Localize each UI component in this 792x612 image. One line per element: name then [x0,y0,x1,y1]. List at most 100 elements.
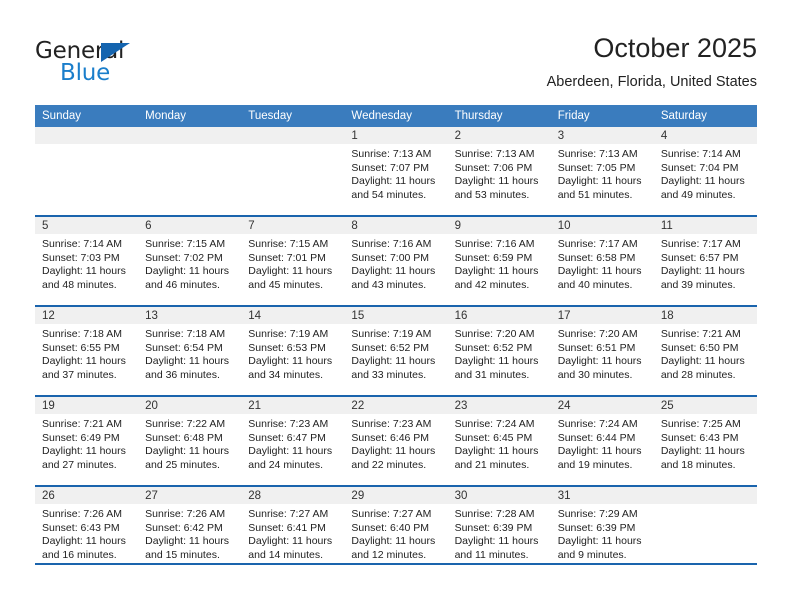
daylight-text: Daylight: 11 hours and 22 minutes. [351,445,436,471]
daylight-text: Daylight: 11 hours and 15 minutes. [145,535,229,561]
calendar-day-cell[interactable]: 8 Sunrise: 7:16 AM Sunset: 7:00 PM Daylight… [344,215,448,306]
sunset-text: Sunset: 6:52 PM [351,341,430,354]
calendar-day-cell[interactable]: 23 Sunrise: 7:24 AM Sunset: 6:45 PM Dayligh… [447,395,551,486]
calendar-day-cell[interactable]: 3 Sunrise: 7:13 AM Sunset: 7:05 PM Daylight… [550,127,654,216]
calendar-day-cell[interactable]: 19 Sunrise: 7:21 AM Sunset: 6:49 PM Dayligh… [35,395,139,486]
calendar-day-cell[interactable]: 27 Sunrise: 7:26 AM Sunset: 6:42 PM Dayligh… [138,485,242,575]
day-details: Sunrise: 7:26 AM Sunset: 6:42 PM Daylight:… [138,504,241,562]
calendar-week-row: 12 Sunrise: 7:18 AM Sunset: 6:55 PM Dayligh… [35,305,757,396]
daylight-text: Daylight: 11 hours and 45 minutes. [248,265,333,291]
weekday-header-saturday: Saturday [653,105,757,127]
sunset-text: Sunset: 6:40 PM [351,521,430,534]
sunrise-text: Sunrise: 7:21 AM [42,418,122,430]
sunrise-text: Sunrise: 7:18 AM [145,328,226,340]
day-number: 12 [35,307,139,324]
day-number: 5 [35,217,139,234]
calendar-day-cell[interactable]: 6 Sunrise: 7:15 AM Sunset: 7:02 PM Daylight… [138,215,242,306]
sunset-text: Sunset: 7:06 PM [454,161,533,174]
sunrise-text: Sunrise: 7:13 AM [557,148,638,160]
day-details: Sunrise: 7:16 AM Sunset: 7:00 PM Daylight:… [344,234,447,292]
sunrise-text: Sunrise: 7:26 AM [42,508,122,520]
calendar-day-cell[interactable]: 14 Sunrise: 7:19 AM Sunset: 6:53 PM Dayligh… [241,305,345,396]
sunset-text: Sunset: 6:39 PM [557,521,636,534]
calendar-day-cell-empty [241,127,345,216]
calendar-day-cell[interactable]: 11 Sunrise: 7:17 AM Sunset: 6:57 PM Dayligh… [653,215,757,306]
weekday-header-monday: Monday [138,105,242,127]
logo-text-blue: Blue [60,60,111,86]
sunset-text: Sunset: 6:59 PM [454,251,533,264]
sunrise-text: Sunrise: 7:23 AM [351,418,432,430]
sunrise-text: Sunrise: 7:17 AM [557,238,638,250]
daylight-text: Daylight: 11 hours and 40 minutes. [557,265,642,291]
calendar-day-cell[interactable]: 7 Sunrise: 7:15 AM Sunset: 7:01 PM Daylight… [241,215,345,306]
day-number [138,127,242,144]
daylight-text: Daylight: 11 hours and 12 minutes. [351,535,436,561]
day-number: 18 [653,307,757,324]
weekday-header-row: Sunday Monday Tuesday Wednesday Thursday… [35,105,757,127]
day-details: Sunrise: 7:17 AM Sunset: 6:58 PM Daylight:… [551,234,654,292]
sunrise-text: Sunrise: 7:27 AM [351,508,432,520]
daylight-text: Daylight: 11 hours and 25 minutes. [145,445,229,471]
day-details: Sunrise: 7:18 AM Sunset: 6:55 PM Daylight:… [35,324,138,382]
day-number: 15 [344,307,448,324]
calendar-day-cell[interactable]: 1 Sunrise: 7:13 AM Sunset: 7:07 PM Daylight… [344,127,448,216]
sunset-text: Sunset: 7:01 PM [248,251,326,264]
sunrise-text: Sunrise: 7:29 AM [557,508,638,520]
day-number: 22 [344,397,448,414]
daylight-text: Daylight: 11 hours and 19 minutes. [557,445,642,471]
general-blue-logo[interactable]: General Blue [35,38,215,86]
day-number: 3 [550,127,654,144]
day-number [653,487,757,504]
day-number: 2 [447,127,551,144]
daylight-text: Daylight: 11 hours and 14 minutes. [248,535,333,561]
calendar-day-cell[interactable]: 5 Sunrise: 7:14 AM Sunset: 7:03 PM Daylight… [35,215,139,306]
day-details: Sunrise: 7:27 AM Sunset: 6:41 PM Daylight:… [241,504,344,562]
sunset-text: Sunset: 6:54 PM [145,341,223,354]
calendar-day-cell[interactable]: 16 Sunrise: 7:20 AM Sunset: 6:52 PM Dayligh… [447,305,551,396]
calendar-day-cell[interactable]: 31 Sunrise: 7:29 AM Sunset: 6:39 PM Dayligh… [550,485,654,575]
calendar-day-cell[interactable]: 26 Sunrise: 7:26 AM Sunset: 6:43 PM Dayligh… [35,485,139,575]
calendar-day-cell[interactable]: 17 Sunrise: 7:20 AM Sunset: 6:51 PM Dayligh… [550,305,654,396]
day-details: Sunrise: 7:16 AM Sunset: 6:59 PM Daylight:… [448,234,551,292]
daylight-text: Daylight: 11 hours and 49 minutes. [660,175,745,201]
sunrise-text: Sunrise: 7:16 AM [454,238,535,250]
sunrise-text: Sunrise: 7:15 AM [248,238,329,250]
daylight-text: Daylight: 11 hours and 9 minutes. [557,535,642,561]
calendar-day-cell[interactable]: 21 Sunrise: 7:23 AM Sunset: 6:47 PM Dayligh… [241,395,345,486]
calendar-day-cell[interactable]: 28 Sunrise: 7:27 AM Sunset: 6:41 PM Dayligh… [241,485,345,575]
sunrise-text: Sunrise: 7:22 AM [145,418,226,430]
sunset-text: Sunset: 6:39 PM [454,521,533,534]
calendar-day-cell[interactable]: 9 Sunrise: 7:16 AM Sunset: 6:59 PM Daylight… [447,215,551,306]
calendar-day-cell[interactable]: 13 Sunrise: 7:18 AM Sunset: 6:54 PM Dayligh… [138,305,242,396]
calendar-day-cell[interactable]: 25 Sunrise: 7:25 AM Sunset: 6:43 PM Dayligh… [653,395,757,486]
day-details: Sunrise: 7:24 AM Sunset: 6:45 PM Daylight:… [448,414,551,472]
calendar-day-cell[interactable]: 12 Sunrise: 7:18 AM Sunset: 6:55 PM Dayligh… [35,305,139,396]
calendar-day-cell[interactable]: 24 Sunrise: 7:24 AM Sunset: 6:44 PM Dayligh… [550,395,654,486]
sunrise-text: Sunrise: 7:14 AM [42,238,122,250]
day-details: Sunrise: 7:21 AM Sunset: 6:49 PM Daylight:… [35,414,138,472]
calendar-day-cell[interactable]: 15 Sunrise: 7:19 AM Sunset: 6:52 PM Dayligh… [344,305,448,396]
calendar-day-cell[interactable]: 2 Sunrise: 7:13 AM Sunset: 7:06 PM Daylight… [447,127,551,216]
day-number: 6 [138,217,242,234]
weekday-header-thursday: Thursday [447,105,551,127]
calendar-day-cell-empty [653,485,757,575]
sunrise-text: Sunrise: 7:24 AM [557,418,638,430]
daylight-text: Daylight: 11 hours and 28 minutes. [660,355,745,381]
title-block: October 2025 Aberdeen, Florida, United S… [547,32,757,92]
calendar-day-cell[interactable]: 18 Sunrise: 7:21 AM Sunset: 6:50 PM Dayligh… [653,305,757,396]
day-details: Sunrise: 7:23 AM Sunset: 6:46 PM Daylight:… [344,414,447,472]
sunrise-text: Sunrise: 7:19 AM [248,328,329,340]
weekday-header-sunday: Sunday [35,105,139,127]
daylight-text: Daylight: 11 hours and 36 minutes. [145,355,229,381]
day-details: Sunrise: 7:19 AM Sunset: 6:53 PM Daylight:… [241,324,344,382]
calendar-day-cell[interactable]: 29 Sunrise: 7:27 AM Sunset: 6:40 PM Dayligh… [344,485,448,575]
calendar-day-cell[interactable]: 30 Sunrise: 7:28 AM Sunset: 6:39 PM Dayligh… [447,485,551,575]
calendar-day-cell[interactable]: 10 Sunrise: 7:17 AM Sunset: 6:58 PM Dayligh… [550,215,654,306]
day-details: Sunrise: 7:26 AM Sunset: 6:43 PM Daylight:… [35,504,138,562]
day-number [241,127,345,144]
sunset-text: Sunset: 6:47 PM [248,431,326,444]
calendar-day-cell[interactable]: 22 Sunrise: 7:23 AM Sunset: 6:46 PM Dayligh… [344,395,448,486]
calendar-day-cell[interactable]: 20 Sunrise: 7:22 AM Sunset: 6:48 PM Dayligh… [138,395,242,486]
calendar-day-cell[interactable]: 4 Sunrise: 7:14 AM Sunset: 7:04 PM Daylight… [653,127,757,216]
day-number: 21 [241,397,345,414]
